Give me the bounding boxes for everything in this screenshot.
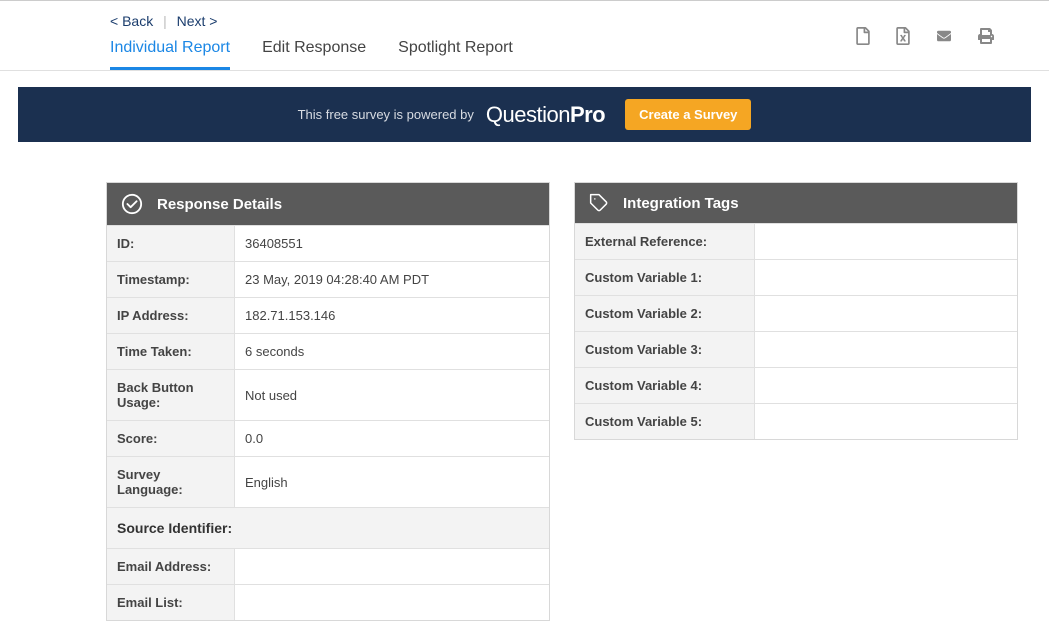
check-circle-icon (121, 193, 143, 215)
row-custom-var-2: Custom Variable 2: (575, 295, 1017, 331)
row-custom-var-4: Custom Variable 4: (575, 367, 1017, 403)
tab-individual-report[interactable]: Individual Report (110, 39, 230, 70)
powered-by-text: This free survey is powered by (298, 107, 474, 122)
export-excel-icon[interactable] (895, 27, 911, 50)
value-time-taken: 6 seconds (235, 334, 549, 369)
row-custom-var-5: Custom Variable 5: (575, 403, 1017, 439)
label-custom-var-5: Custom Variable 5: (575, 404, 755, 439)
value-custom-var-5 (755, 412, 1017, 432)
row-timestamp: Timestamp: 23 May, 2019 04:28:40 AM PDT (107, 261, 549, 297)
row-custom-var-1: Custom Variable 1: (575, 259, 1017, 295)
label-id: ID: (107, 226, 235, 261)
row-id: ID: 36408551 (107, 225, 549, 261)
top-left: < Back | Next > Individual Report Edit R… (110, 1, 513, 70)
tabs: Individual Report Edit Response Spotligh… (110, 39, 513, 70)
row-custom-var-3: Custom Variable 3: (575, 331, 1017, 367)
label-time-taken: Time Taken: (107, 334, 235, 369)
row-language: Survey Language: English (107, 456, 549, 507)
export-pdf-icon[interactable] (855, 27, 871, 50)
source-identifier-header: Source Identifier: (107, 507, 549, 548)
value-custom-var-1 (755, 268, 1017, 288)
value-back-button: Not used (235, 378, 549, 413)
response-details-card: Response Details ID: 36408551 Timestamp:… (106, 182, 550, 621)
label-language: Survey Language: (107, 457, 235, 507)
value-custom-var-4 (755, 376, 1017, 396)
row-back-button: Back Button Usage: Not used (107, 369, 549, 420)
value-email-list (235, 593, 549, 613)
label-external-reference: External Reference: (575, 224, 755, 259)
back-link[interactable]: < Back (110, 13, 153, 29)
top-actions (855, 1, 1025, 50)
label-email-address: Email Address: (107, 549, 235, 584)
row-external-reference: External Reference: (575, 223, 1017, 259)
value-custom-var-3 (755, 340, 1017, 360)
value-custom-var-2 (755, 304, 1017, 324)
label-custom-var-3: Custom Variable 3: (575, 332, 755, 367)
content: Response Details ID: 36408551 Timestamp:… (106, 182, 1031, 621)
value-ip: 182.71.153.146 (235, 298, 549, 333)
value-email-address (235, 557, 549, 577)
row-score: Score: 0.0 (107, 420, 549, 456)
value-external-reference (755, 232, 1017, 252)
row-email-list: Email List: (107, 584, 549, 620)
brand-bold: Pro (570, 102, 605, 127)
tab-spotlight-report[interactable]: Spotlight Report (398, 39, 513, 70)
response-details-title: Response Details (157, 196, 282, 213)
nav-separator: | (157, 13, 173, 29)
integration-tags-title: Integration Tags (623, 195, 739, 212)
label-score: Score: (107, 421, 235, 456)
email-icon[interactable] (935, 29, 953, 48)
label-custom-var-1: Custom Variable 1: (575, 260, 755, 295)
row-time-taken: Time Taken: 6 seconds (107, 333, 549, 369)
response-details-header: Response Details (107, 183, 549, 225)
nav-links: < Back | Next > (110, 13, 513, 29)
brand-light: Question (486, 102, 570, 127)
value-score: 0.0 (235, 421, 549, 456)
label-email-list: Email List: (107, 585, 235, 620)
label-custom-var-4: Custom Variable 4: (575, 368, 755, 403)
label-timestamp: Timestamp: (107, 262, 235, 297)
tag-icon (589, 193, 609, 213)
value-id: 36408551 (235, 226, 549, 261)
print-icon[interactable] (977, 28, 995, 49)
create-survey-button[interactable]: Create a Survey (625, 99, 751, 130)
label-back-button: Back Button Usage: (107, 370, 235, 420)
integration-tags-header: Integration Tags (575, 183, 1017, 223)
powered-by-banner: This free survey is powered by QuestionP… (18, 87, 1031, 142)
value-language: English (235, 465, 549, 500)
top-bar: < Back | Next > Individual Report Edit R… (0, 0, 1049, 71)
next-link[interactable]: Next > (177, 13, 218, 29)
label-custom-var-2: Custom Variable 2: (575, 296, 755, 331)
brand-logo: QuestionPro (486, 102, 605, 128)
label-ip: IP Address: (107, 298, 235, 333)
value-timestamp: 23 May, 2019 04:28:40 AM PDT (235, 262, 549, 297)
integration-tags-card: Integration Tags External Reference: Cus… (574, 182, 1018, 440)
tab-edit-response[interactable]: Edit Response (262, 39, 366, 70)
row-email-address: Email Address: (107, 548, 549, 584)
row-ip: IP Address: 182.71.153.146 (107, 297, 549, 333)
